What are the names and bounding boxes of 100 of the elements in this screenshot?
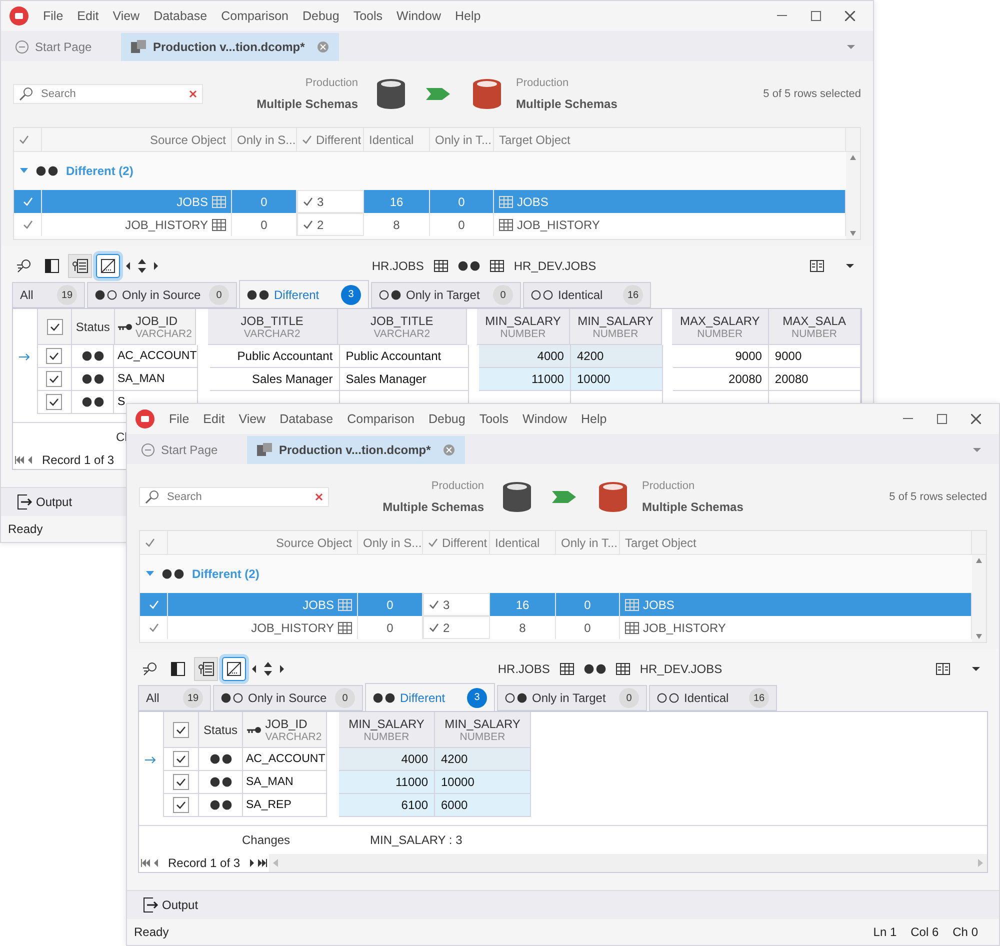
scroll-up-icon[interactable] xyxy=(850,155,856,160)
filter-icon xyxy=(142,662,158,676)
table-cell: 6000 xyxy=(435,794,531,817)
object-row[interactable]: JOB_HISTORY 0 2 8 0 JOB_HISTORY xyxy=(14,213,846,236)
menu-item[interactable]: File xyxy=(43,9,64,23)
column-header[interactable]: MAX_SALA NUMBER xyxy=(768,309,861,345)
menu-item[interactable]: Comparison xyxy=(221,9,288,23)
scroll-up-icon[interactable] xyxy=(976,558,982,563)
search-field[interactable]: Search xyxy=(165,490,309,504)
toolbar-button[interactable] xyxy=(96,254,120,278)
column-header[interactable]: Different xyxy=(423,531,490,554)
search-field[interactable]: Search xyxy=(39,87,183,101)
scroll-down-icon[interactable] xyxy=(976,634,982,639)
menu-item[interactable]: View xyxy=(112,9,140,23)
chevron-icon[interactable] xyxy=(20,167,28,175)
checkbox[interactable] xyxy=(173,751,189,767)
filter-tab[interactable]: All 19 xyxy=(12,282,85,308)
menu-item[interactable]: Edit xyxy=(77,9,99,23)
filter-tab[interactable]: All 19 xyxy=(138,685,211,711)
tabs-menu-icon[interactable] xyxy=(847,45,855,49)
chevron-icon[interactable] xyxy=(146,570,154,578)
filter-tab[interactable]: Only in Target 0 xyxy=(497,685,647,711)
tabs-menu-icon[interactable] xyxy=(973,448,981,452)
search-box[interactable]: Search xyxy=(13,84,203,104)
menu-item[interactable]: Database xyxy=(280,412,334,426)
scrollbar[interactable] xyxy=(972,555,986,642)
checkbox[interactable] xyxy=(173,722,189,738)
column-header[interactable]: MIN_SALARY NUMBER xyxy=(339,712,435,748)
column-header[interactable]: JOB_ID VARCHAR2 xyxy=(243,712,327,748)
document-tab[interactable]: Production v...tion.dcomp* xyxy=(121,33,339,61)
menu-item[interactable]: Window xyxy=(522,412,567,426)
menu-item[interactable]: Comparison xyxy=(347,412,414,426)
menu-item[interactable]: Edit xyxy=(203,412,225,426)
table-icon xyxy=(625,622,639,634)
database-icon xyxy=(376,78,406,110)
checkbox[interactable] xyxy=(46,394,62,410)
toolbar-button[interactable] xyxy=(68,254,92,278)
column-header[interactable]: MIN_SALARY NUMBER xyxy=(570,309,662,345)
menu-item[interactable]: Window xyxy=(396,9,441,23)
menu-item[interactable]: Tools xyxy=(479,412,509,426)
checkbox[interactable] xyxy=(173,797,189,813)
menu-item[interactable]: Debug xyxy=(302,9,340,23)
scroll-down-icon[interactable] xyxy=(850,231,856,236)
menu-item[interactable]: File xyxy=(169,412,190,426)
filter-tab[interactable]: Only in Source 0 xyxy=(213,685,363,711)
column-header[interactable]: MIN_SALARY NUMBER xyxy=(435,712,531,748)
checkbox[interactable] xyxy=(173,774,189,790)
column-header[interactable]: Different xyxy=(297,128,364,151)
next-icon xyxy=(250,859,254,867)
output-button[interactable]: Output xyxy=(143,897,198,913)
column-header[interactable]: MAX_SALARY NUMBER xyxy=(672,309,769,345)
menu-item[interactable]: Debug xyxy=(428,412,466,426)
column-header[interactable]: Status xyxy=(72,309,115,345)
document-tab[interactable]: Start Page xyxy=(131,436,247,464)
toolbar-button[interactable] xyxy=(222,657,246,681)
column-header[interactable]: Identical xyxy=(490,531,556,554)
horizontal-scrollbar[interactable] xyxy=(269,854,987,872)
menu-item[interactable]: Help xyxy=(454,9,481,23)
column-header[interactable]: Source Object xyxy=(168,531,358,554)
document-tab[interactable]: Start Page xyxy=(5,33,121,61)
up-down-icon xyxy=(264,662,272,676)
column-header[interactable]: Only in S... xyxy=(232,128,297,151)
checkbox[interactable] xyxy=(46,318,63,334)
output-button[interactable]: Output xyxy=(17,494,72,510)
table-cell: JOB_HISTORY xyxy=(42,213,232,236)
menu-item[interactable]: Tools xyxy=(353,9,383,23)
object-row[interactable]: JOBS 0 3 16 0 JOBS xyxy=(140,593,972,616)
search-box[interactable]: Search xyxy=(139,487,329,507)
column-header[interactable]: Only in T... xyxy=(430,128,494,151)
object-row[interactable]: JOBS 0 3 16 0 JOBS xyxy=(14,190,846,213)
filter-tab[interactable]: Identical 16 xyxy=(523,282,651,308)
table-icon xyxy=(616,663,630,675)
column-header[interactable]: JOB_TITLE VARCHAR2 xyxy=(208,309,338,345)
column-header[interactable]: MIN_SALARY NUMBER xyxy=(477,309,570,345)
clear-icon[interactable] xyxy=(189,90,197,98)
checkbox[interactable] xyxy=(46,371,62,387)
menu-item[interactable]: Database xyxy=(154,9,208,23)
column-header[interactable]: Source Object xyxy=(42,128,232,151)
menu-item[interactable]: View xyxy=(238,412,266,426)
filter-tab[interactable]: Only in Source 0 xyxy=(87,282,237,308)
checkbox[interactable] xyxy=(46,348,62,364)
column-header[interactable]: Only in S... xyxy=(358,531,423,554)
menu-item[interactable]: Help xyxy=(580,412,607,426)
object-row[interactable]: JOB_HISTORY 0 2 8 0 JOB_HISTORY xyxy=(140,616,972,639)
column-header[interactable]: JOB_TITLE VARCHAR2 xyxy=(338,309,468,345)
filter-tab[interactable]: Identical 16 xyxy=(649,685,777,711)
filter-tab[interactable]: Only in Target 0 xyxy=(371,282,521,308)
document-tab[interactable]: Production v...tion.dcomp* xyxy=(247,436,465,464)
toolbar-button[interactable] xyxy=(194,657,218,681)
column-header[interactable]: Status xyxy=(199,712,243,748)
clear-icon[interactable] xyxy=(315,493,323,501)
right-arrow-icon xyxy=(154,262,158,270)
tab-close-icon xyxy=(317,41,329,53)
scrollbar[interactable] xyxy=(846,152,860,239)
count-badge: 3 xyxy=(467,688,487,708)
filter-tab[interactable]: Different 3 xyxy=(239,280,369,308)
column-header[interactable]: Only in T... xyxy=(556,531,620,554)
filter-tab[interactable]: Different 3 xyxy=(365,683,495,711)
column-header[interactable]: JOB_ID VARCHAR2 xyxy=(114,309,196,345)
column-header[interactable]: Identical xyxy=(364,128,430,151)
